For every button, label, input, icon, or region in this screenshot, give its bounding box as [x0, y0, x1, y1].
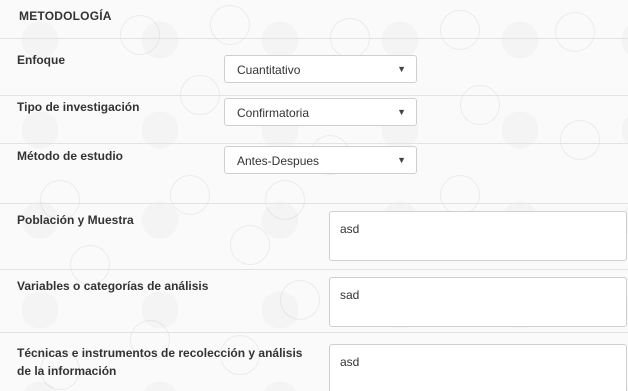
variables-textarea[interactable]: sad: [329, 277, 627, 327]
section-header: METODOLOGÍA: [0, 0, 628, 39]
row-tecnicas: Técnicas e instrumentos de recolección y…: [0, 332, 628, 391]
tecnicas-textarea[interactable]: asd: [329, 344, 627, 391]
tecnicas-value: asd: [340, 355, 360, 369]
metodo-estudio-value: Antes-Despues: [237, 154, 320, 168]
row-tipo-investigacion: Tipo de investigación Confirmatoria ▼: [0, 95, 628, 144]
variables-label: Variables o categorías de análisis: [17, 279, 209, 293]
row-enfoque: Enfoque Cuantitativo ▼: [0, 38, 628, 96]
poblacion-muestra-textarea[interactable]: asd: [329, 211, 627, 261]
tipo-investigacion-value: Confirmatoria: [237, 106, 310, 120]
poblacion-muestra-value: asd: [340, 222, 360, 236]
row-poblacion-muestra: Población y Muestra asd: [0, 203, 628, 270]
chevron-down-icon: ▼: [397, 64, 406, 74]
metodo-estudio-label: Método de estudio: [17, 149, 123, 163]
enfoque-label: Enfoque: [17, 53, 65, 67]
section-title: METODOLOGÍA: [19, 9, 112, 23]
metodologia-form: METODOLOGÍA Enfoque Cuantitativo ▼ Tipo …: [0, 0, 628, 391]
tipo-investigacion-select[interactable]: Confirmatoria ▼: [224, 98, 417, 126]
enfoque-value: Cuantitativo: [237, 63, 301, 77]
enfoque-select[interactable]: Cuantitativo ▼: [224, 55, 417, 83]
poblacion-muestra-label: Población y Muestra: [17, 213, 134, 227]
chevron-down-icon: ▼: [397, 155, 406, 165]
metodo-estudio-select[interactable]: Antes-Despues ▼: [224, 146, 417, 174]
chevron-down-icon: ▼: [397, 107, 406, 117]
tecnicas-label: Técnicas e instrumentos de recolección y…: [17, 346, 303, 378]
row-metodo-estudio: Método de estudio Antes-Despues ▼: [0, 143, 628, 204]
variables-value: sad: [340, 288, 360, 302]
tipo-investigacion-label: Tipo de investigación: [17, 100, 140, 114]
row-variables: Variables o categorías de análisis sad: [0, 269, 628, 333]
